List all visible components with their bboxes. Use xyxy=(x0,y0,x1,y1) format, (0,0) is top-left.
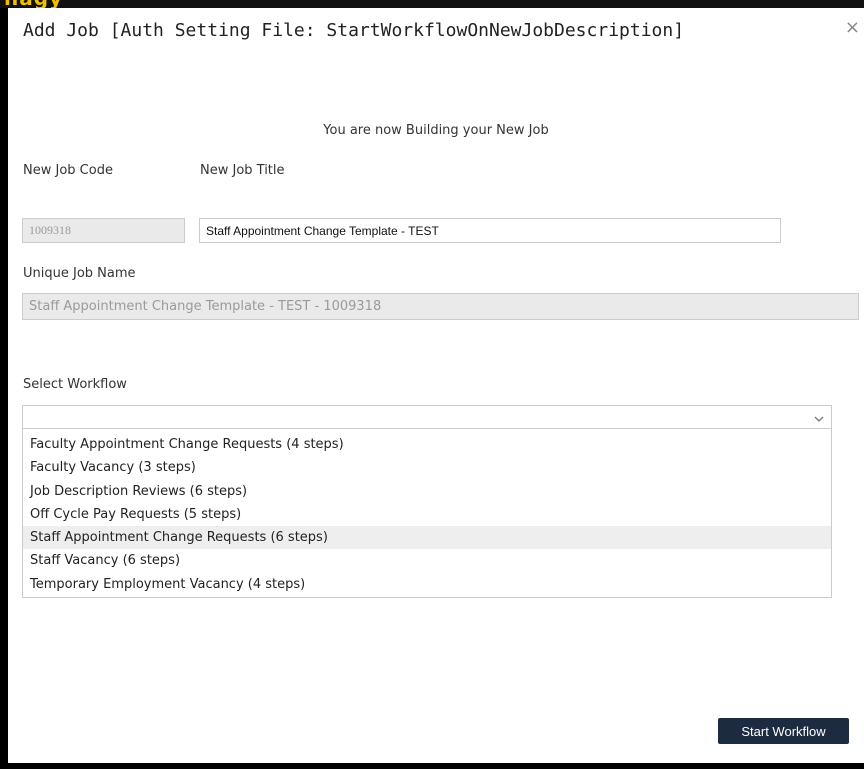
workflow-option-highlighted[interactable]: Staff Appointment Change Requests (6 ste… xyxy=(23,526,831,550)
job-code-label: New Job Code xyxy=(23,163,113,178)
workflow-option[interactable]: Staff Vacancy (6 steps) xyxy=(23,549,831,572)
workflow-label: Select Workflow xyxy=(23,377,127,392)
add-job-modal: Add Job [Auth Setting File: StartWorkflo… xyxy=(8,8,864,763)
unique-name-label: Unique Job Name xyxy=(23,266,136,281)
workflow-options-list: Faculty Appointment Change Requests (4 s… xyxy=(22,429,832,598)
job-title-field[interactable]: Staff Appointment Change Template - TEST xyxy=(199,218,781,243)
chevron-down-icon xyxy=(814,416,824,422)
start-workflow-button[interactable]: Start Workflow xyxy=(718,718,849,744)
workflow-select[interactable] xyxy=(22,405,832,429)
workflow-option[interactable]: Faculty Vacancy (3 steps) xyxy=(23,456,831,479)
background-page-sliver: nagy xyxy=(0,0,864,8)
unique-name-field: Staff Appointment Change Template - TEST… xyxy=(22,293,859,320)
workflow-option[interactable]: Faculty Appointment Change Requests (4 s… xyxy=(23,433,831,456)
workflow-option[interactable]: Job Description Reviews (6 steps) xyxy=(23,480,831,503)
workflow-option[interactable]: Off Cycle Pay Requests (5 steps) xyxy=(23,503,831,526)
workflow-option[interactable]: Temporary Employment Vacancy (4 steps) xyxy=(23,573,831,596)
background-page-text-fragment: nagy xyxy=(4,0,63,8)
info-message: You are now Building your New Job xyxy=(323,123,549,138)
close-icon[interactable]: × xyxy=(845,18,860,38)
job-title-label: New Job Title xyxy=(200,163,285,178)
modal-title: Add Job [Auth Setting File: StartWorkflo… xyxy=(23,20,685,41)
job-code-field: 1009318 xyxy=(22,218,185,243)
